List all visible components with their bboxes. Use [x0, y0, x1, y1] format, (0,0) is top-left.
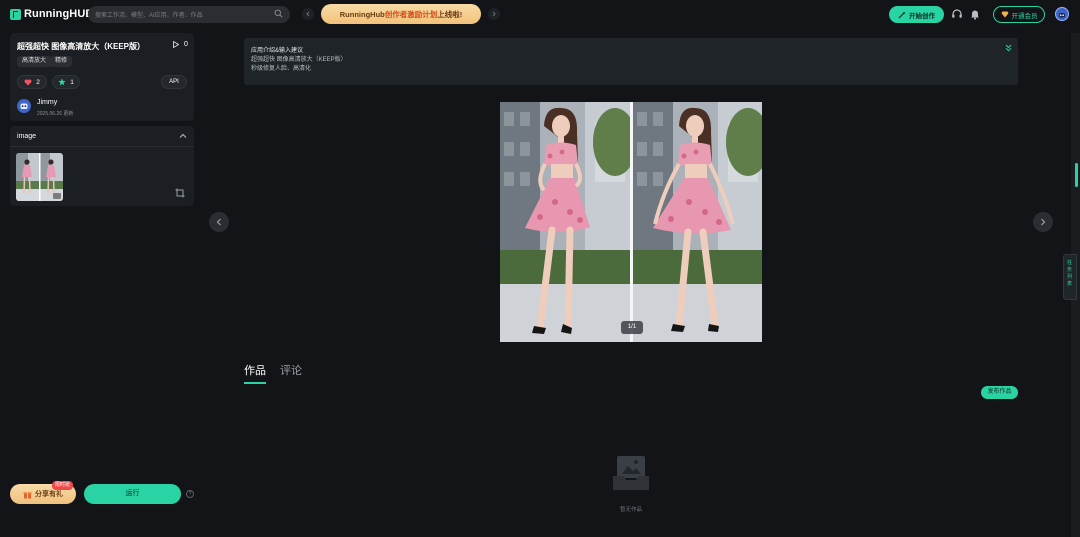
chevron-left-icon	[306, 11, 310, 17]
robot-avatar-icon	[1059, 13, 1065, 18]
scrollbar-thumb[interactable]	[1075, 163, 1078, 187]
intro-description-line: 秒级修复人脸、高清化	[251, 66, 312, 72]
publish-work-button[interactable]: 发布作品	[981, 386, 1018, 399]
gift-icon	[23, 491, 32, 498]
author-updated-date: 2025.06.26 更新	[37, 111, 74, 117]
app-intro-panel: 应用介绍&输入建议 超强超快 图像高清放大（KEEP版） 秒级修复人脸、高清化	[244, 38, 1018, 85]
uploaded-image-thumbnail[interactable]	[16, 153, 63, 201]
tag-refine[interactable]: 精修	[50, 56, 73, 67]
promo-next-button[interactable]	[488, 8, 500, 20]
help-icon[interactable]: ?	[186, 490, 194, 498]
promo-banner[interactable]: RunningHub创作者激励计划上线啦!	[321, 4, 481, 24]
membership-label: 开通会员	[1011, 12, 1038, 20]
start-create-label: 开始创作	[909, 12, 935, 20]
run-count: 0	[173, 41, 188, 48]
task-list-label: 任务列表	[1067, 260, 1073, 287]
search-icon[interactable]	[274, 9, 283, 18]
photo-before	[500, 102, 631, 342]
logo-icon	[10, 8, 21, 20]
tag-upscale[interactable]: 高清放大	[17, 56, 52, 67]
brand-name: RunningHUB	[24, 8, 94, 20]
headset-icon[interactable]	[951, 8, 963, 20]
bell-icon[interactable]	[969, 8, 981, 20]
diamond-icon	[1001, 11, 1008, 18]
favorite-button[interactable]: 1	[52, 75, 80, 89]
star-icon	[58, 78, 66, 86]
workflow-title: 超强超快 图像高清放大（KEEP版）	[17, 42, 146, 51]
crop-edit-icon[interactable]	[175, 188, 185, 198]
upscaled-image	[633, 102, 762, 342]
search-input[interactable]: 搜索工作流、模型、AI应用、作者、作品	[88, 6, 290, 23]
next-image-button[interactable]	[1033, 212, 1053, 232]
share-reward-label: 分享有礼	[35, 491, 63, 498]
tab-works[interactable]: 作品	[244, 362, 266, 384]
section-divider	[10, 146, 194, 147]
task-list-tab[interactable]: 任务列表	[1063, 254, 1077, 300]
empty-inbox-icon	[613, 456, 649, 490]
user-avatar[interactable]	[1055, 7, 1069, 21]
tab-comments[interactable]: 评论	[280, 362, 302, 384]
previous-image-button[interactable]	[209, 212, 229, 232]
top-bar: RunningHUB 搜索工作流、模型、AI应用、作者、作品 RunningHu…	[0, 0, 1080, 30]
promo-prev-button[interactable]	[302, 8, 314, 20]
play-icon	[173, 41, 179, 48]
search-placeholder: 搜索工作流、模型、AI应用、作者、作品	[95, 13, 203, 19]
author-avatar[interactable]	[17, 99, 31, 113]
heart-icon	[24, 78, 32, 85]
promo-text: RunningHub创作者激励计划上线啦!	[339, 9, 463, 19]
start-create-button[interactable]: 开始创作	[889, 6, 944, 23]
magic-wand-icon	[898, 11, 906, 18]
brand-logo[interactable]: RunningHUB	[10, 8, 93, 20]
membership-button[interactable]: 开通会员	[993, 6, 1045, 23]
chevron-right-icon	[1041, 218, 1046, 226]
author-name[interactable]: Jimmy	[37, 99, 57, 106]
like-count: 2	[36, 78, 40, 86]
run-button[interactable]: 运行	[84, 484, 181, 504]
photo-after	[633, 102, 762, 342]
comparison-preview-image[interactable]	[500, 102, 762, 342]
empty-state-text: 暂无作品	[619, 507, 642, 513]
api-button[interactable]: API	[161, 75, 187, 89]
double-chevron-down-icon[interactable]	[1005, 44, 1012, 52]
like-button[interactable]: 2	[17, 75, 47, 89]
page-indicator: 1/1	[621, 321, 643, 334]
content-tabs: 作品 评论	[244, 362, 302, 384]
workflow-info-card: 超强超快 图像高清放大（KEEP版） 0 高清放大 精修 2 1 API Jim…	[10, 33, 194, 121]
robot-avatar-icon	[20, 103, 28, 109]
chevron-right-icon	[492, 11, 496, 17]
run-count-value: 0	[184, 41, 188, 48]
image-input-card: image	[10, 126, 194, 206]
intro-heading: 应用介绍&输入建议	[251, 48, 304, 54]
chevron-up-icon[interactable]	[179, 133, 187, 139]
original-image	[500, 102, 631, 342]
intro-description-line: 超强超快 图像高清放大（KEEP版）	[251, 57, 347, 63]
thumbnail-image	[16, 153, 63, 201]
chevron-left-icon	[216, 218, 221, 226]
favorite-count: 1	[70, 78, 74, 86]
image-section-label: image	[17, 133, 37, 140]
limited-time-badge: 限时抢	[52, 481, 74, 490]
